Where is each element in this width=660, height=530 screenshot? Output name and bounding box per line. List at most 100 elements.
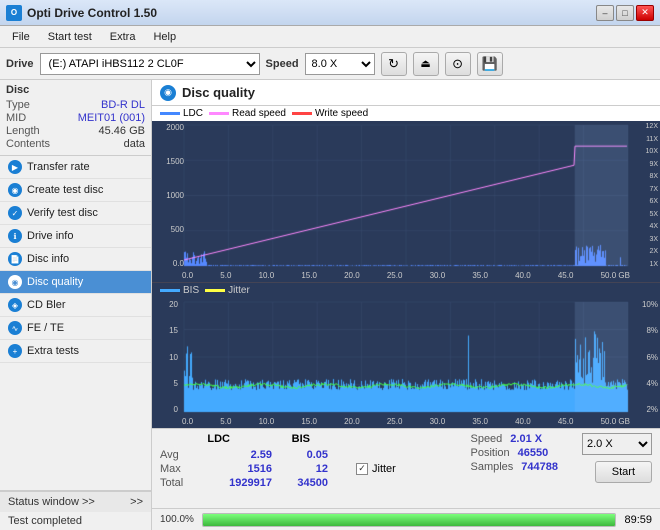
menu-file[interactable]: File: [4, 29, 38, 45]
menu-extra[interactable]: Extra: [102, 29, 144, 45]
title-bar: O Opti Drive Control 1.50 – □ ✕: [0, 0, 660, 26]
legend-ldc-color: [160, 112, 180, 115]
disc-quality-title: Disc quality: [182, 85, 255, 100]
sidebar-item-drive-info[interactable]: ℹ Drive info: [0, 225, 151, 248]
cd-bler-label: CD Bler: [27, 299, 66, 311]
progress-bar-container: [202, 513, 617, 527]
drive-select[interactable]: (E:) ATAPI iHBS112 2 CL0F: [40, 53, 260, 75]
samples-label: Samples: [470, 461, 513, 473]
status-window-arrows: >>: [130, 496, 143, 508]
legend-bis: BIS: [160, 285, 199, 296]
refresh-button[interactable]: ↻: [381, 52, 407, 76]
position-row: Position 46550: [470, 447, 558, 459]
menu-bar: File Start test Extra Help: [0, 26, 660, 48]
menu-start-test[interactable]: Start test: [40, 29, 100, 45]
legend2-row: BIS Jitter: [152, 283, 660, 298]
disc-mid-key: MID: [6, 112, 26, 124]
sidebar-item-create-test-disc[interactable]: ◉ Create test disc: [0, 179, 151, 202]
sidebar-item-disc-info[interactable]: 📄 Disc info: [0, 248, 151, 271]
speed-row: Speed 2.01 X: [470, 433, 558, 445]
ldc-header: LDC: [160, 433, 230, 445]
stats-total-row: Total 1929917 34500: [160, 477, 328, 489]
extra-tests-icon: +: [8, 344, 22, 358]
disc-type-row: Type BD-R DL: [6, 99, 145, 111]
maximize-button[interactable]: □: [616, 5, 634, 21]
legend-jitter-label: Jitter: [228, 285, 250, 296]
test-completed-label: Test completed: [0, 512, 151, 530]
fe-te-label: FE / TE: [27, 322, 64, 334]
sidebar-item-disc-quality[interactable]: ◉ Disc quality: [0, 271, 151, 294]
speed-select[interactable]: 8.0 X: [305, 53, 375, 75]
samples-value: 744788: [521, 461, 558, 473]
legend-bis-label: BIS: [183, 285, 199, 296]
transfer-rate-icon: ▶: [8, 160, 22, 174]
sidebar-status: Status window >> >> Test completed: [0, 490, 151, 530]
sidebar-item-cd-bler[interactable]: ◈ CD Bler: [0, 294, 151, 317]
speed-value: 2.01 X: [510, 433, 542, 445]
disc-length-key: Length: [6, 125, 40, 137]
legend-jitter-color: [205, 289, 225, 292]
chart-bottom: 20151050 10%8%6%4%2% 0.05.010.015.020.02…: [152, 298, 660, 428]
jitter-checkbox-row[interactable]: ✓ Jitter: [356, 463, 396, 475]
test-speed-select[interactable]: 2.0 X: [582, 433, 652, 455]
main-layout: Disc Type BD-R DL MID MEIT01 (001) Lengt…: [0, 80, 660, 530]
sidebar-item-fe-te[interactable]: ∿ FE / TE: [0, 317, 151, 340]
start-button[interactable]: Start: [595, 461, 652, 483]
disc-info-icon: 📄: [8, 252, 22, 266]
disc-contents-key: Contents: [6, 138, 50, 150]
minimize-button[interactable]: –: [596, 5, 614, 21]
jitter-checkbox[interactable]: ✓: [356, 463, 368, 475]
progress-bar-fill: [203, 514, 616, 526]
sidebar: Disc Type BD-R DL MID MEIT01 (001) Lengt…: [0, 80, 152, 530]
legend-bis-color: [160, 289, 180, 292]
disc-info-label: Disc info: [27, 253, 69, 265]
close-button[interactable]: ✕: [636, 5, 654, 21]
burn-button[interactable]: ⊙: [445, 52, 471, 76]
chart-top: 2000150010005000.0 12X11X10X9X8X7X6X5X4X…: [152, 121, 660, 283]
disc-quality-label: Disc quality: [27, 276, 83, 288]
verify-test-icon: ✓: [8, 206, 22, 220]
disc-mid-row: MID MEIT01 (001): [6, 112, 145, 124]
create-test-icon: ◉: [8, 183, 22, 197]
jitter-label: Jitter: [372, 463, 396, 475]
transfer-rate-label: Transfer rate: [27, 161, 90, 173]
spacer: [412, 433, 455, 504]
cd-bler-icon: ◈: [8, 298, 22, 312]
speed-select-start: 2.0 X Start: [582, 433, 652, 504]
speed-label-text: Speed: [470, 433, 502, 445]
stats-avg-row: Avg 2.59 0.05: [160, 449, 328, 461]
eject-button[interactable]: ⏏: [413, 52, 439, 76]
sidebar-item-transfer-rate[interactable]: ▶ Transfer rate: [0, 156, 151, 179]
disc-quality-header: ◉ Disc quality: [152, 80, 660, 106]
position-value: 46550: [518, 447, 549, 459]
save-button[interactable]: 💾: [477, 52, 503, 76]
legend-ldc-label: LDC: [183, 108, 203, 119]
legend-read-speed: Read speed: [209, 108, 286, 119]
menu-help[interactable]: Help: [145, 29, 184, 45]
sidebar-item-verify-test-disc[interactable]: ✓ Verify test disc: [0, 202, 151, 225]
legend-write-speed-label: Write speed: [315, 108, 368, 119]
app-title: Opti Drive Control 1.50: [27, 6, 157, 20]
disc-section: Disc Type BD-R DL MID MEIT01 (001) Lengt…: [0, 80, 151, 156]
sidebar-buttons: ▶ Transfer rate ◉ Create test disc ✓ Ver…: [0, 156, 151, 490]
legend-write-speed: Write speed: [292, 108, 368, 119]
stats-panel: LDC BIS Avg 2.59 0.05 Max 1516 12 Total …: [152, 428, 660, 508]
extra-tests-label: Extra tests: [27, 345, 79, 357]
app-icon: O: [6, 5, 22, 21]
status-window-button[interactable]: Status window >> >>: [0, 491, 151, 512]
ldc-avg-value: 2.59: [208, 449, 272, 461]
avg-label: Avg: [160, 449, 204, 461]
jitter-checkbox-section: ✓ Jitter: [356, 433, 396, 504]
disc-contents-val: data: [124, 138, 145, 150]
bis-header: BIS: [250, 433, 310, 445]
content-area: ◉ Disc quality LDC Read speed Write spee…: [152, 80, 660, 530]
sidebar-item-extra-tests[interactable]: + Extra tests: [0, 340, 151, 363]
disc-length-row: Length 45.46 GB: [6, 125, 145, 137]
toolbar: Drive (E:) ATAPI iHBS112 2 CL0F Speed 8.…: [0, 48, 660, 80]
legend-read-speed-label: Read speed: [232, 108, 286, 119]
drive-info-label: Drive info: [27, 230, 73, 242]
total-label: Total: [160, 477, 204, 489]
disc-length-val: 45.46 GB: [99, 125, 145, 137]
charts-area: 2000150010005000.0 12X11X10X9X8X7X6X5X4X…: [152, 121, 660, 428]
disc-mid-val: MEIT01 (001): [78, 112, 145, 124]
